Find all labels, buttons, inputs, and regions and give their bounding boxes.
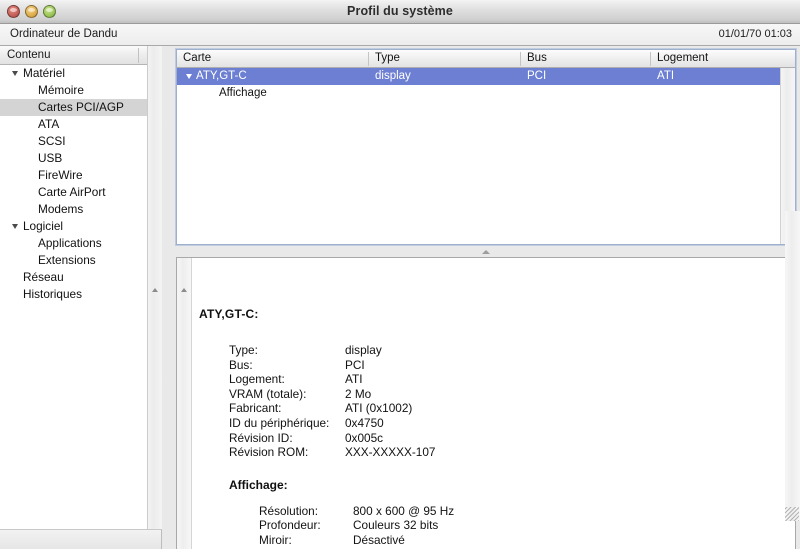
sidebar-item-0[interactable]: Matériel (0, 65, 161, 82)
sidebar-item-2[interactable]: Cartes PCI/AGP (0, 99, 161, 116)
cards-table[interactable]: Carte Type Bus Logement ATY,GT-C display PCI A… (176, 49, 796, 245)
detail-value: 0x005c (345, 430, 384, 445)
detail-value: ATI (345, 372, 363, 387)
resize-grip-icon[interactable] (785, 507, 799, 521)
disclosure-triangle-icon[interactable] (12, 224, 18, 229)
sidebar-item-label: Mémoire (38, 83, 84, 97)
detail-key: Type: (229, 343, 258, 357)
table-cell: display (375, 70, 411, 82)
table-column-header-label: Bus (527, 52, 547, 64)
info-bar: Ordinateur de Dandu 01/01/70 01:03 (0, 24, 800, 46)
detail-value: Couleurs 32 bits (353, 518, 439, 533)
sidebar-item-label: FireWire (38, 168, 83, 182)
window-right-edge (785, 211, 800, 521)
sidebar-item-5[interactable]: USB (0, 150, 161, 167)
pane-splitter[interactable] (176, 248, 796, 257)
detail-pane: ATY,GT-C: Type: display Bus: PCI Logement: ATI… (176, 257, 796, 549)
table-cell: ATI (657, 70, 675, 82)
detail-key: Miroir: (259, 533, 292, 547)
window-titlebar[interactable]: Profil du système (0, 0, 800, 24)
detail-key: Bus: (229, 357, 253, 372)
detail-value: XXX-XXXXX-107 (345, 445, 436, 460)
detail-key: Révision ID: (229, 430, 293, 445)
table-header-row[interactable]: Carte Type Bus Logement (177, 50, 795, 68)
table-cell: Affichage (219, 87, 267, 99)
sidebar-item-label: ATA (38, 117, 60, 131)
disclosure-triangle-icon[interactable] (12, 71, 18, 76)
sidebar-header-label: Contenu (7, 49, 51, 61)
computer-name-label: Ordinateur de Dandu (10, 28, 118, 40)
system-profiler-window: Profil du système Ordinateur de Dandu 01… (0, 0, 800, 549)
table-column-header-1[interactable]: Type (369, 50, 521, 67)
detail-key: VRAM (totale): (229, 386, 307, 401)
scroll-up-arrow-icon[interactable] (181, 288, 187, 292)
sidebar-item-13[interactable]: Historiques (0, 286, 161, 303)
detail-value: display (345, 343, 382, 357)
scroll-up-arrow-icon[interactable] (152, 288, 158, 292)
detail-title: ATY,GT-C: (199, 307, 259, 321)
detail-content: ATY,GT-C: Type: display Bus: PCI Logement: ATI… (193, 258, 795, 549)
detail-scrollbar[interactable] (177, 258, 192, 549)
table-cell: ATY,GT-C (196, 70, 247, 82)
sidebar-item-label: USB (38, 151, 63, 165)
detail-key: Fabricant: (229, 401, 282, 416)
report-timestamp: 01/01/70 01:03 (718, 28, 792, 40)
sidebar-item-12[interactable]: Réseau (0, 269, 161, 286)
sidebar-item-1[interactable]: Mémoire (0, 82, 161, 99)
sidebar-item-label: Réseau (23, 270, 64, 284)
sidebar-column-divider (138, 48, 139, 63)
sidebar-item-label: Logiciel (23, 219, 64, 233)
sidebar-footer (0, 529, 162, 549)
sidebar-item-label: Carte AirPort (38, 185, 106, 199)
sidebar-column-header[interactable]: Contenu (0, 46, 161, 65)
sidebar-item-6[interactable]: FireWire (0, 167, 161, 184)
sidebar-item-3[interactable]: ATA (0, 116, 161, 133)
sidebar-item-label: Cartes PCI/AGP (38, 100, 124, 114)
detail-subsection-title: Affichage: (229, 477, 288, 492)
detail-value: 0x4750 (345, 416, 384, 430)
window-title: Profil du système (347, 4, 453, 18)
table-row[interactable]: Affichage (177, 85, 795, 102)
table-column-header-label: Logement (657, 52, 709, 64)
detail-value: ATI (0x1002) (345, 401, 413, 416)
detail-value: PCI (345, 357, 365, 372)
sidebar-item-9[interactable]: Logiciel (0, 218, 161, 235)
sidebar-item-label: Applications (38, 236, 102, 250)
content-area: Carte Type Bus Logement ATY,GT-C display PCI A… (163, 46, 800, 549)
sidebar-item-11[interactable]: Extensions (0, 252, 161, 269)
splitter-handle-icon[interactable] (482, 250, 490, 254)
detail-value: 2 Mo (345, 386, 372, 401)
table-column-header-0[interactable]: Carte (177, 50, 369, 67)
detail-key: ID du périphérique: (229, 416, 330, 430)
table-cell: PCI (527, 70, 547, 82)
table-column-header-label: Carte (183, 52, 212, 64)
sidebar-item-label: Matériel (23, 66, 65, 80)
sidebar-item-label: Extensions (38, 253, 96, 267)
sidebar-item-10[interactable]: Applications (0, 235, 161, 252)
sidebar-scrollbar[interactable] (147, 46, 162, 529)
sidebar-tree[interactable]: Matériel Mémoire Cartes PCI/AGP ATA SCSI USB F… (0, 65, 161, 528)
detail-value: Désactivé (353, 533, 405, 547)
sidebar-item-4[interactable]: SCSI (0, 133, 161, 150)
detail-key: Logement: (229, 372, 285, 387)
sidebar: Contenu Matériel Mémoire Cartes PCI/AGP ATA… (0, 46, 162, 529)
detail-key: Profondeur: (259, 518, 321, 533)
disclosure-triangle-icon[interactable] (186, 74, 192, 79)
table-column-header-label: Type (375, 52, 400, 64)
sidebar-item-label: Modems (38, 202, 84, 216)
table-column-header-2[interactable]: Bus (521, 50, 651, 67)
detail-key: Révision ROM: (229, 445, 309, 460)
detail-value: 800 x 600 @ 95 Hz (353, 503, 455, 518)
sidebar-item-7[interactable]: Carte AirPort (0, 184, 161, 201)
detail-key: Résolution: (259, 503, 319, 518)
table-body[interactable]: ATY,GT-C display PCI ATI Affichage (177, 68, 795, 102)
sidebar-item-label: SCSI (38, 134, 66, 148)
table-row[interactable]: ATY,GT-C display PCI ATI (177, 68, 795, 85)
table-column-header-3[interactable]: Logement (651, 50, 782, 67)
sidebar-item-label: Historiques (23, 287, 83, 301)
sidebar-item-8[interactable]: Modems (0, 201, 161, 218)
